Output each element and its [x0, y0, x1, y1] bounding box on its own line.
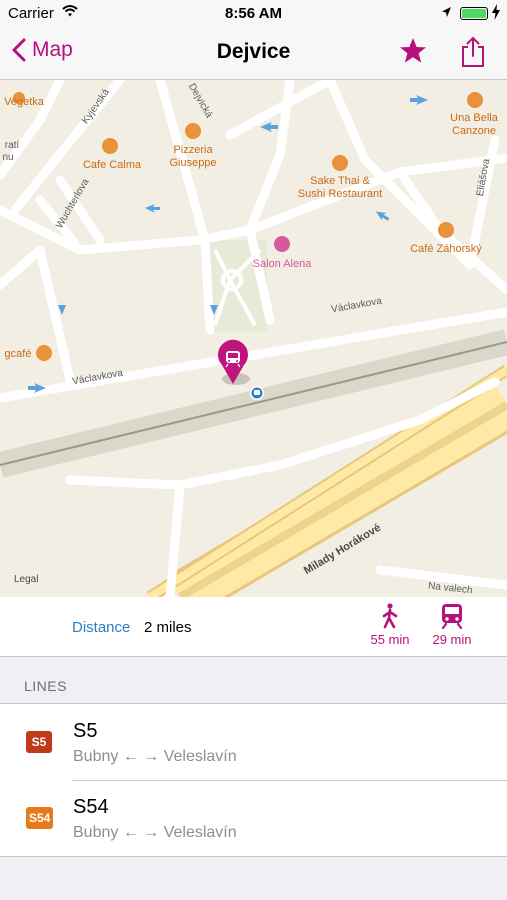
walking-icon [382, 603, 398, 629]
share-icon[interactable] [460, 36, 486, 73]
walk-time-button[interactable]: 55 min [366, 603, 414, 647]
map-label-kyjevska: Kyjevská [80, 87, 112, 126]
line-route: Bubny ← → Veleslavín [73, 824, 237, 841]
line-badge-s5: S5 [26, 731, 52, 753]
battery-icon [460, 7, 488, 20]
walk-time: 55 min [370, 632, 410, 647]
line-name: S54 [73, 796, 109, 818]
lines-list: S5 S5 Bubny ← → Veleslavín S54 S54 Bubny… [0, 703, 507, 857]
transit-time: 29 min [432, 632, 472, 647]
status-time: 8:56 AM [225, 5, 282, 22]
map-view[interactable]: Vegetka Cafe Calma Pizzeria Giuseppe Sak… [0, 80, 507, 597]
line-badge-s54: S54 [26, 807, 54, 829]
line-row-s54[interactable]: S54 S54 Bubny ← → Veleslavín [0, 780, 507, 856]
map-label-strati-2: nu [2, 152, 13, 163]
distance-panel: Distance 2 miles 55 min 29 min [0, 597, 507, 657]
map-label-gcafe: gcafé [5, 348, 32, 360]
map-label-cafe-zahorsky: Café Záhorský [410, 243, 482, 255]
station-pin-icon[interactable] [218, 339, 250, 385]
distance-value: 2 miles [144, 619, 192, 636]
train-icon [441, 604, 463, 629]
line-route: Bubny ← → Veleslavín [73, 748, 237, 765]
map-label-una-bella-1: Una Bella [450, 112, 499, 124]
map-label-pizzeria-1: Pizzeria [173, 144, 213, 156]
navigation-bar: Map Dejvice [0, 28, 507, 80]
favorite-star-icon[interactable] [398, 36, 428, 71]
map-legal-link[interactable]: Legal [14, 574, 38, 585]
map-label-vegetka: Vegetka [4, 96, 45, 108]
street-network [0, 80, 507, 597]
line-name: S5 [73, 720, 98, 742]
lines-section-header: LINES [24, 678, 67, 694]
line-row-s5[interactable]: S5 S5 Bubny ← → Veleslavín [0, 704, 507, 780]
map-label-vaclavkova-1: Václavkova [330, 296, 383, 316]
map-label-cafe-calma: Cafe Calma [83, 159, 142, 171]
transit-time-button[interactable]: 29 min [426, 603, 478, 647]
location-arrow-icon [441, 5, 452, 22]
distance-label[interactable]: Distance [72, 619, 130, 636]
map-label-strati-1: ratí [5, 140, 20, 151]
status-bar: Carrier 8:56 AM [0, 0, 507, 28]
map-label-salon-alena: Salon Alena [253, 258, 313, 270]
screen: Carrier 8:56 AM Map Dejvice Vegetka Cafe… [0, 0, 507, 900]
charging-bolt-icon [492, 4, 500, 23]
map-label-sake-1: Sake Thai & [310, 175, 370, 187]
map-label-sake-2: Sushi Restaurant [298, 188, 382, 200]
map-label-una-bella-2: Canzone [452, 125, 496, 137]
station-dot-icon [250, 386, 264, 400]
map-label-pizzeria-2: Giuseppe [169, 157, 216, 169]
map-label-dejvicka: Dejvická [186, 82, 215, 121]
page-title: Dejvice [216, 40, 291, 63]
